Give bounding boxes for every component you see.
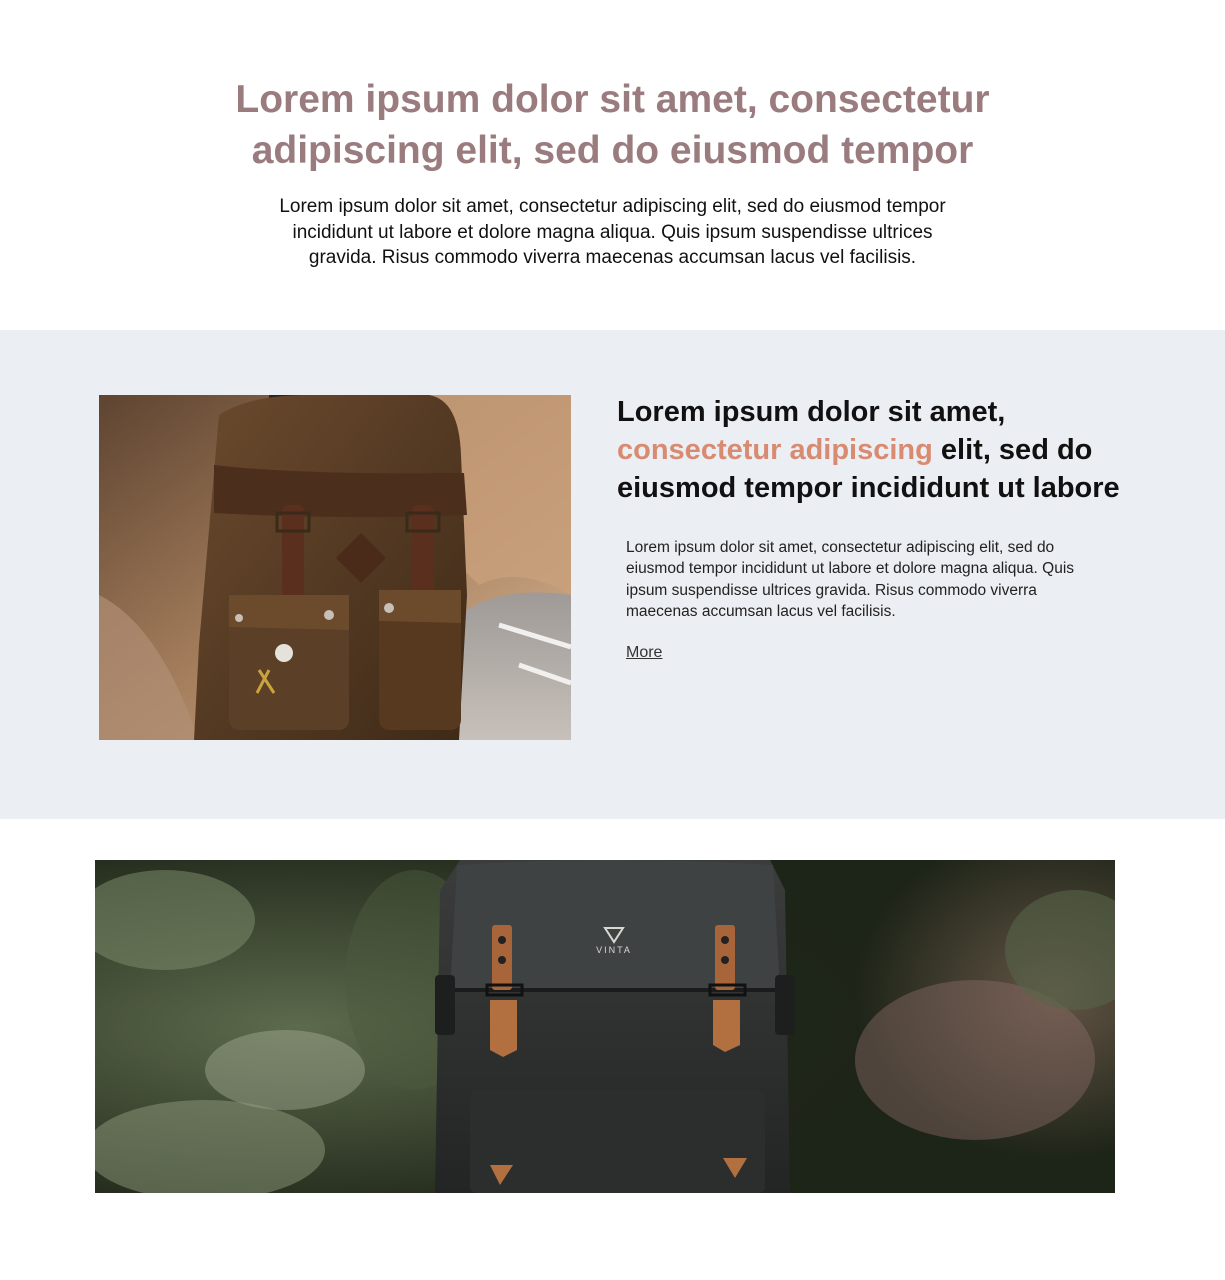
feature-heading-mid: elit, sed do bbox=[932, 434, 1093, 466]
more-link[interactable]: More bbox=[626, 643, 662, 663]
feature-text: Lorem ipsum dolor sit amet, consectetur … bbox=[626, 537, 1126, 622]
intro-section: Lorem ipsum dolor sit amet, consectetur … bbox=[0, 0, 1225, 330]
brand-label: VINTA bbox=[596, 945, 632, 955]
feature-text-line-4: maecenas accumsan lacus vel facilisis. bbox=[626, 602, 896, 620]
feature-heading: Lorem ipsum dolor sit amet, consectetur … bbox=[617, 393, 1177, 507]
intro-text-line-3: gravida. Risus commodo viverra maecenas … bbox=[308, 247, 917, 268]
black-backpack-photo-icon: VINTA bbox=[95, 860, 1115, 1193]
intro-title-line-2: adipiscing elit, sed do eiusmod tempor bbox=[251, 129, 974, 172]
feature-text-line-2: eiusmod tempor incididunt ut labore et d… bbox=[626, 560, 1075, 578]
brown-backpack-image bbox=[99, 395, 571, 740]
brown-canvas-backpack-photo-icon bbox=[99, 395, 571, 740]
intro-text-line-1: Lorem ipsum dolor sit amet, consectetur … bbox=[279, 196, 946, 217]
intro-text: Lorem ipsum dolor sit amet, consectetur … bbox=[245, 194, 980, 271]
feature-text-line-3: ipsum suspendisse ultrices gravida. Risu… bbox=[626, 581, 1037, 599]
intro-text-line-2: incididunt ut labore et dolore magna ali… bbox=[292, 221, 933, 243]
intro-title: Lorem ipsum dolor sit amet, consectetur … bbox=[190, 74, 1035, 176]
feature-section: Lorem ipsum dolor sit amet, consectetur … bbox=[0, 330, 1225, 819]
feature-heading-end: eiusmod tempor incididunt ut labore bbox=[617, 472, 1120, 504]
feature-text-line-1: Lorem ipsum dolor sit amet, consectetur … bbox=[626, 539, 1055, 556]
intro-title-line-1: Lorem ipsum dolor sit amet, consectetur bbox=[235, 78, 990, 121]
banner-image: VINTA bbox=[95, 860, 1115, 1193]
feature-heading-accent: consectetur adipiscing bbox=[617, 434, 933, 466]
feature-heading-start: Lorem ipsum dolor sit amet, bbox=[617, 396, 1006, 428]
